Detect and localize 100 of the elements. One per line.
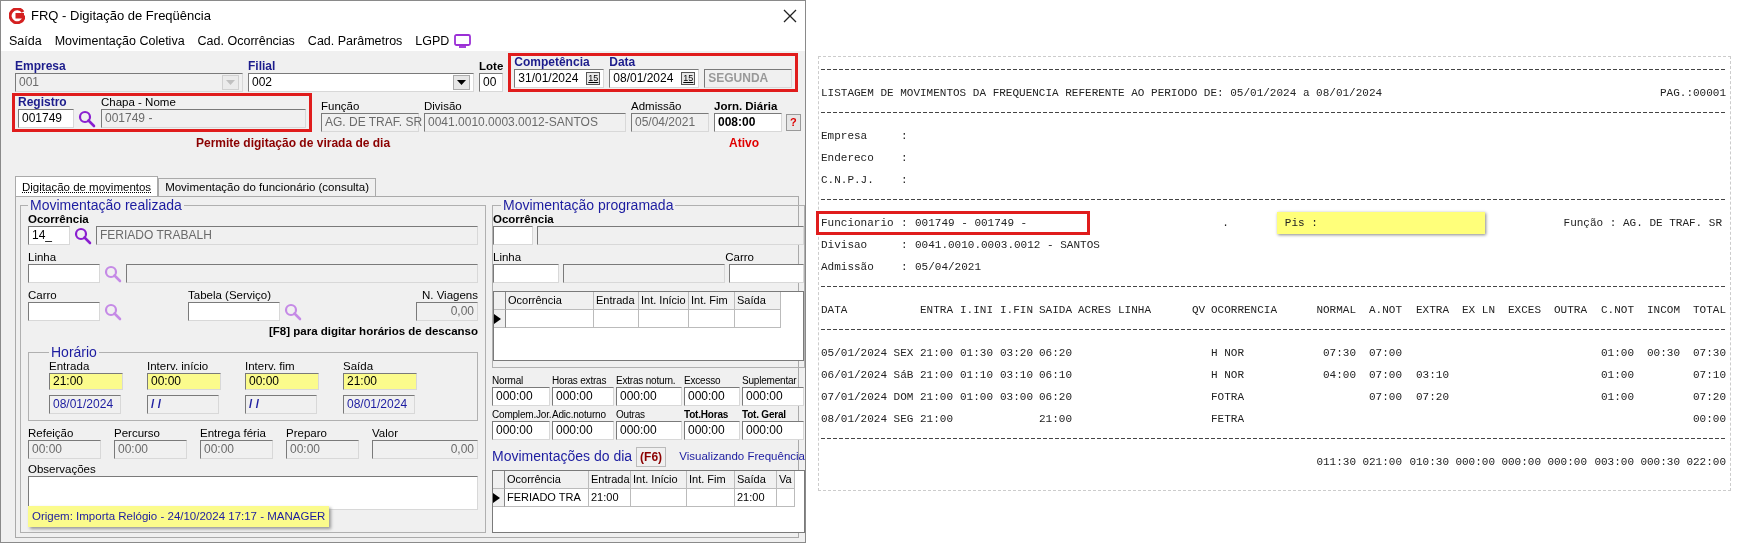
- table-cell-text: 07:00: [1368, 390, 1402, 405]
- input-field[interactable]: FERIADO TRABALH: [96, 226, 478, 245]
- time-field[interactable]: 21:00: [343, 373, 417, 391]
- input-field[interactable]: 000:00: [492, 387, 550, 406]
- input-field[interactable]: 000:00: [742, 421, 804, 440]
- group-title: Movimentação programada: [501, 197, 676, 213]
- input-field[interactable]: [563, 264, 725, 283]
- column-header[interactable]: Saída: [735, 292, 781, 310]
- field-label: Tot.Horas: [684, 408, 730, 421]
- field-label: Chapa - Nome: [101, 96, 177, 109]
- window-title: FRQ - Digitação de Freqüência: [31, 7, 211, 26]
- menu-item[interactable]: Cad. Ocorrências: [197, 31, 295, 51]
- date-field[interactable]: / /: [245, 395, 317, 415]
- menu-item[interactable]: LGPD: [415, 31, 450, 51]
- field-label: Tot. Geral: [742, 408, 787, 421]
- field-label: C.N.P.J.: [821, 173, 875, 188]
- table-cell-text: 01:00: [1600, 368, 1634, 383]
- monitor-icon[interactable]: [454, 34, 472, 48]
- date-field[interactable]: 08/01/2024: [49, 395, 121, 415]
- tab[interactable]: Movimentação do funcionário (consulta): [158, 178, 377, 196]
- input-field[interactable]: 00:00: [114, 440, 187, 460]
- column-header[interactable]: Entrada: [589, 471, 631, 489]
- column-header[interactable]: Entrada: [594, 292, 639, 310]
- search-icon[interactable]: [78, 109, 96, 128]
- input-field[interactable]: 000:00: [684, 387, 740, 406]
- field-value: 08/01/2024: [613, 70, 674, 87]
- column-header: EXCES: [1507, 303, 1541, 318]
- dropdown-arrow-icon[interactable]: [457, 80, 466, 85]
- field-label: Filial: [248, 60, 277, 73]
- total-cell-text: 003:00: [1593, 455, 1634, 470]
- table-cell-text: FETRA: [1211, 412, 1245, 427]
- input-field[interactable]: 0041.0010.0003.0012-SANTOS: [424, 113, 626, 132]
- input-field[interactable]: 000:00: [552, 421, 614, 440]
- input-field[interactable]: 001749: [18, 109, 74, 128]
- observations-field[interactable]: [28, 476, 478, 510]
- input-field[interactable]: 000:00: [616, 387, 682, 406]
- input-field[interactable]: [188, 302, 280, 321]
- input-field[interactable]: 000:00: [742, 387, 804, 406]
- input-field[interactable]: 0,00: [416, 302, 478, 321]
- field-value: 001: [19, 74, 40, 91]
- search-icon[interactable]: [74, 226, 92, 245]
- column-header[interactable]: Int. Fim: [687, 471, 735, 489]
- input-field[interactable]: [126, 264, 478, 283]
- column-header[interactable]: Int. Início: [639, 292, 689, 310]
- date-field[interactable]: 08/01/2024: [343, 395, 415, 415]
- input-field[interactable]: [493, 264, 559, 283]
- date-field[interactable]: 08/01/2024 15: [609, 69, 700, 88]
- field-label: Outras: [616, 408, 646, 421]
- input-field[interactable]: 000:00: [492, 421, 550, 440]
- input-field[interactable]: 000:00: [552, 387, 614, 406]
- column-header[interactable]: Ocorrência: [505, 471, 589, 489]
- input-field[interactable]: 001749 -: [101, 109, 306, 128]
- calendar-button[interactable]: 15: [681, 72, 696, 85]
- input-field[interactable]: [537, 226, 804, 245]
- notice-text: Permite digitação de virada de dia: [196, 135, 391, 152]
- menu-item[interactable]: Cad. Parâmetros: [307, 31, 403, 51]
- menu-item[interactable]: Movimentação Coletiva: [54, 31, 185, 51]
- input-field[interactable]: 14_: [28, 226, 70, 245]
- input-field[interactable]: 00:00: [28, 440, 101, 460]
- table-cell-text: 07:30: [1692, 346, 1726, 361]
- input-field[interactable]: 0,00: [372, 440, 478, 460]
- field-label: Linha: [493, 251, 522, 264]
- table-cell-text: 07:00: [1368, 346, 1402, 361]
- separator: :: [901, 129, 909, 144]
- input-field[interactable]: [28, 264, 100, 283]
- menu-item[interactable]: Saída: [9, 31, 42, 51]
- tab[interactable]: Digitação de movimentos: [15, 176, 159, 196]
- input-field[interactable]: 000:00: [684, 421, 740, 440]
- separator: :: [901, 151, 909, 166]
- table-cell-text: 07/01/2024 DOM: [821, 390, 915, 405]
- input-field[interactable]: 008:00: [714, 113, 782, 132]
- input-field[interactable]: 00: [479, 73, 503, 92]
- column-header[interactable]: Va: [777, 471, 795, 489]
- table-cell-text: 21:00: [920, 346, 954, 361]
- column-header[interactable]: Saída: [735, 471, 777, 489]
- input-field[interactable]: [28, 302, 100, 321]
- field-label: Ocorrência: [493, 213, 555, 226]
- time-field[interactable]: 00:00: [147, 373, 221, 391]
- input-field[interactable]: 00:00: [200, 440, 273, 460]
- field-label: Normal: [492, 374, 525, 387]
- column-header: ENTRA: [920, 303, 954, 318]
- dropdown-field[interactable]: 002: [248, 73, 474, 92]
- input-field[interactable]: 05/04/2021: [631, 113, 709, 132]
- close-icon[interactable]: [783, 9, 797, 23]
- input-field[interactable]: 00:00: [286, 440, 359, 460]
- field-value: 05/04/2021: [915, 260, 981, 275]
- input-field[interactable]: [729, 264, 804, 283]
- field-label: Jorn. Diária: [714, 100, 779, 113]
- date-field[interactable]: / /: [147, 395, 219, 415]
- column-header[interactable]: Int. Início: [631, 471, 687, 489]
- input-field[interactable]: 000:00: [616, 421, 682, 440]
- time-field[interactable]: 00:00: [245, 373, 319, 391]
- date-field[interactable]: 31/01/2024 15: [514, 69, 605, 88]
- column-header[interactable]: Ocorrência: [506, 292, 594, 310]
- field-label: Interv. fim: [245, 360, 296, 374]
- calendar-button[interactable]: 15: [586, 72, 601, 85]
- input-field[interactable]: [493, 226, 533, 245]
- column-header[interactable]: Int. Fim: [689, 292, 735, 310]
- time-field[interactable]: 21:00: [49, 373, 123, 391]
- help-button[interactable]: ?: [786, 114, 801, 131]
